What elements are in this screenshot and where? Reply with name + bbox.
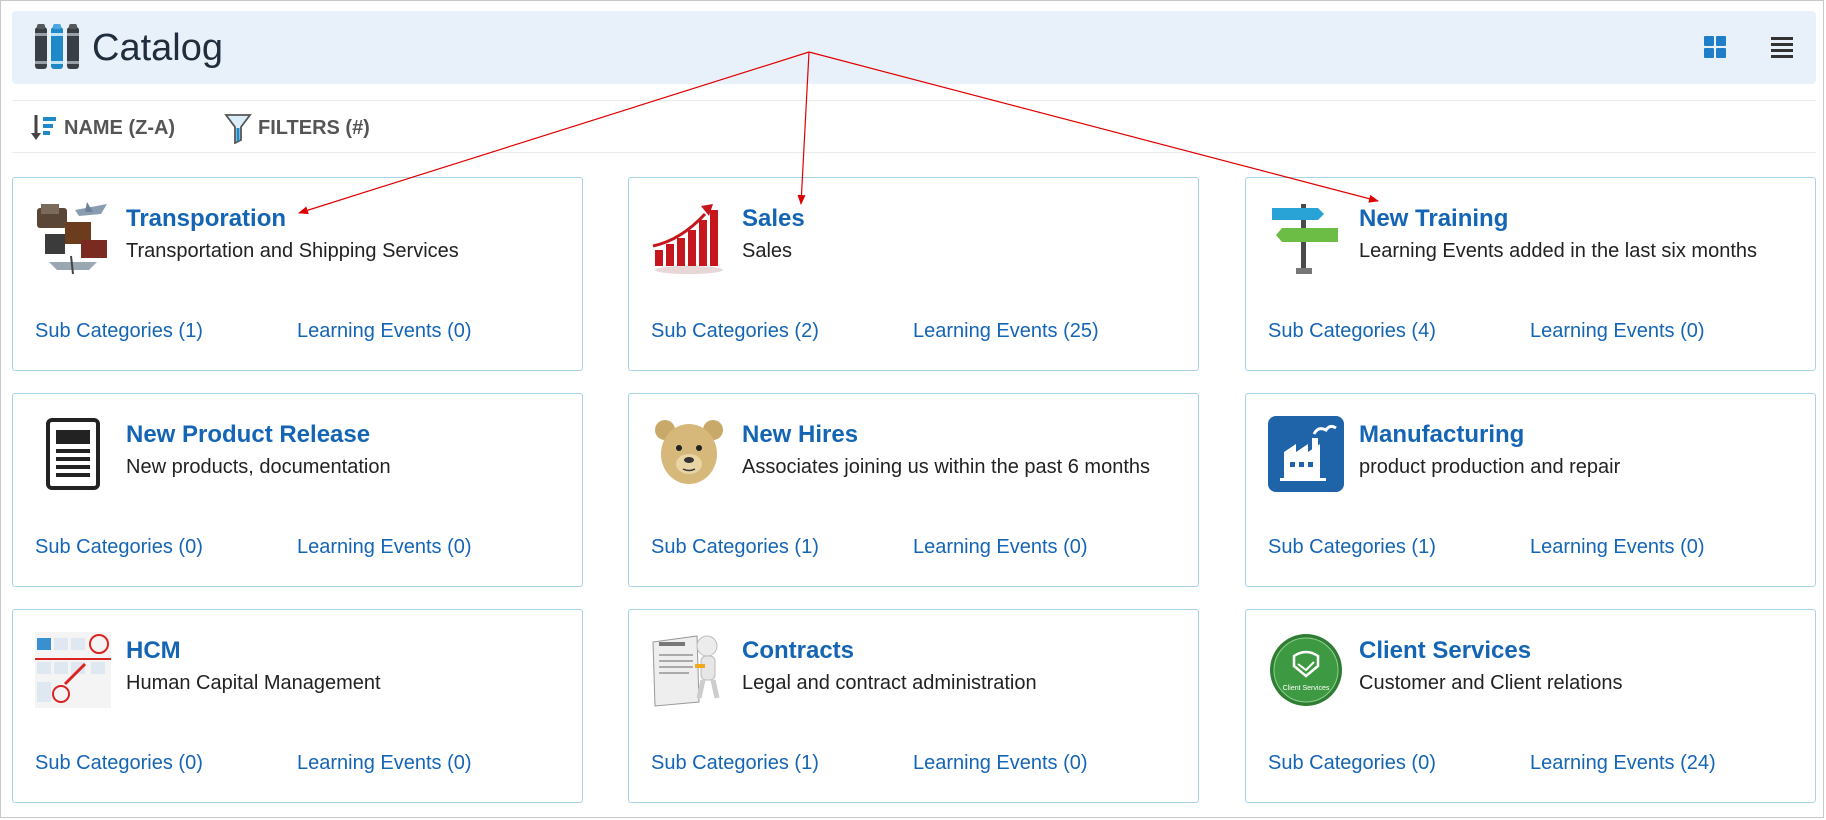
learning-events-link[interactable]: Learning Events (0) [297, 318, 472, 344]
card-title[interactable]: Contracts [742, 636, 854, 666]
sort-icon [31, 115, 56, 140]
sub-categories-link[interactable]: Sub Categories (2) [651, 318, 819, 344]
learning-events-link[interactable]: Learning Events (0) [1530, 318, 1705, 344]
sub-categories-link[interactable]: Sub Categories (1) [35, 318, 203, 344]
learning-events-link[interactable]: Learning Events (0) [297, 534, 472, 560]
card-description: Customer and Client relations [1359, 672, 1623, 694]
sub-categories-link[interactable]: Sub Categories (0) [1268, 750, 1436, 776]
card-title[interactable]: New Product Release [126, 420, 370, 450]
transport-collage-image [37, 202, 107, 275]
sales-growth-chart-image [651, 200, 727, 276]
learning-events-link[interactable]: Learning Events (25) [913, 318, 1099, 344]
toolbar-divider-bottom [12, 152, 1816, 153]
catalog-card-contracts: Contracts Legal and contract administrat… [628, 609, 1199, 803]
list-view-icon[interactable] [1770, 35, 1794, 59]
catalog-card-manufacturing: Manufacturing product production and rep… [1245, 393, 1816, 587]
filters-label: FILTERS (#) [258, 116, 370, 139]
learning-events-link[interactable]: Learning Events (0) [297, 750, 472, 776]
document-icon [46, 418, 100, 490]
card-title[interactable]: Client Services [1359, 636, 1531, 666]
card-description: Sales [742, 240, 793, 262]
sub-categories-link[interactable]: Sub Categories (4) [1268, 318, 1436, 344]
factory-icon [1268, 416, 1344, 492]
sort-label: NAME (Z-A) [64, 116, 176, 139]
catalog-card-new-training: New Training Learning Events added in th… [1245, 177, 1816, 371]
sub-categories-link[interactable]: Sub Categories (1) [651, 750, 819, 776]
sub-categories-link[interactable]: Sub Categories (0) [35, 750, 203, 776]
page-title: Catalog [92, 27, 223, 69]
catalog-card-transporation: Transporation Transportation and Shippin… [12, 177, 583, 371]
teddy-bear-image [655, 420, 723, 484]
card-title[interactable]: New Hires [742, 420, 858, 450]
contract-figure-image [652, 635, 720, 707]
card-title[interactable]: Sales [742, 204, 805, 234]
training-signpost-image [1272, 204, 1338, 274]
learning-events-link[interactable]: Learning Events (24) [1530, 750, 1716, 776]
card-description: Legal and contract administration [742, 672, 1037, 694]
card-title[interactable]: Manufacturing [1359, 420, 1524, 450]
learning-events-link[interactable]: Learning Events (0) [1530, 534, 1705, 560]
learning-events-link[interactable]: Learning Events (0) [913, 534, 1088, 560]
badge-label: Client Services [1283, 685, 1330, 692]
learning-events-link[interactable]: Learning Events (0) [913, 750, 1088, 776]
sort-button[interactable]: NAME (Z-A) [30, 112, 175, 144]
card-title[interactable]: New Training [1359, 204, 1508, 234]
card-title[interactable]: HCM [126, 636, 181, 666]
catalog-card-client-services: Client Services Client Services Customer… [1245, 609, 1816, 803]
hcm-screenshot-image [35, 632, 111, 708]
catalog-card-new-product-release: New Product Release New products, docume… [12, 393, 583, 587]
filters-button[interactable]: FILTERS (#) [224, 112, 370, 144]
catalog-card-sales: Sales Sales Sub Categories (2) Learning … [628, 177, 1199, 371]
catalog-card-new-hires: New Hires Associates joining us within t… [628, 393, 1199, 587]
handshake-badge-icon: Client Services [1270, 634, 1342, 706]
card-title[interactable]: Transporation [126, 204, 286, 234]
funnel-icon [224, 114, 252, 144]
card-description: Learning Events added in the last six mo… [1359, 240, 1758, 262]
card-description: Associates joining us within the past 6 … [742, 456, 1150, 478]
catalog-card-hcm: HCM Human Capital Management Sub Categor… [12, 609, 583, 803]
sub-categories-link[interactable]: Sub Categories (1) [1268, 534, 1436, 560]
sub-categories-link[interactable]: Sub Categories (0) [35, 534, 203, 560]
toolbar-divider-top [12, 100, 1816, 101]
card-description: Human Capital Management [126, 672, 381, 694]
card-description: Transportation and Shipping Services [126, 240, 459, 262]
card-description: product production and repair [1359, 456, 1621, 478]
card-description: New products, documentation [126, 456, 391, 478]
catalog-header: Catalog [12, 11, 1816, 84]
sub-categories-link[interactable]: Sub Categories (1) [651, 534, 819, 560]
grid-view-icon[interactable] [1703, 35, 1727, 59]
books-icon [35, 24, 79, 69]
